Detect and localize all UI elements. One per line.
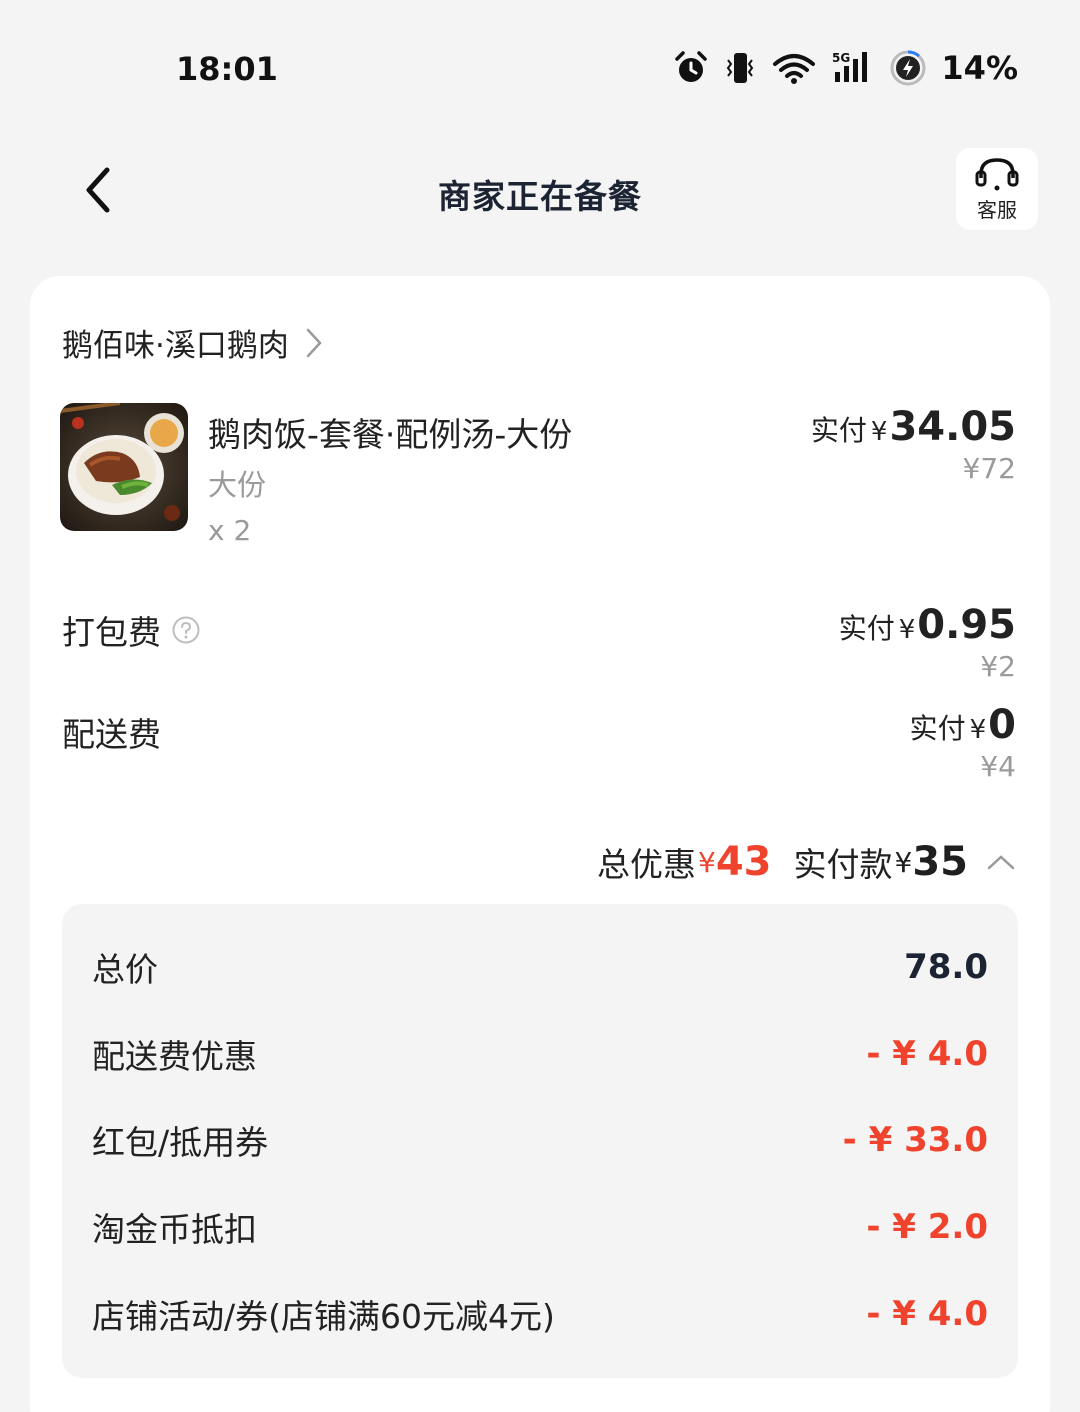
order-card: 鹅佰味·溪口鹅肉 鹅肉饭-套餐·配例汤-大份 大份 x 2 实付 ¥ 34.05… (30, 276, 1050, 1412)
breakdown-row: 配送费优惠 - ¥ 4.0 (92, 1029, 988, 1079)
breakdown-row: 淘金币抵扣 - ¥ 2.0 (92, 1202, 988, 1252)
delivery-fee-price: 实付 ¥ 0 ¥4 (910, 702, 1016, 783)
customer-service-label: 客服 (977, 197, 1017, 222)
signal-5g-icon: 5G (832, 51, 868, 82)
breakdown-row: 总价 78.0 (92, 942, 988, 992)
total-discount-yen: ¥ (698, 845, 716, 879)
help-icon[interactable] (171, 615, 201, 645)
breakdown-label: 总价 (92, 950, 158, 989)
total-discount-label: 总优惠 (597, 845, 696, 884)
item-price: 实付 ¥ 34.05 ¥72 (811, 404, 1016, 485)
battery-saver-icon (890, 50, 926, 86)
packing-original-price: ¥2 (980, 650, 1016, 683)
delivery-paid-label: 实付 (909, 712, 966, 745)
svg-text:5G: 5G (832, 51, 850, 65)
item-paid-label: 实付 (810, 414, 867, 447)
item-paid-amount: 34.05 (889, 404, 1016, 450)
item-image[interactable] (60, 403, 188, 531)
breakdown-value: - ¥ 2.0 (866, 1207, 988, 1247)
delivery-paid-yen: ¥ (969, 715, 987, 745)
status-bar: 18:01 5G 14% (0, 0, 1080, 140)
delivery-fee-label: 配送费 (62, 715, 161, 754)
total-paid-amount: 35 (912, 839, 968, 885)
chevron-up-icon (987, 855, 1015, 870)
page-title: 商家正在备餐 (438, 177, 642, 216)
item-name: 鹅肉饭-套餐·配例汤-大份 (208, 415, 573, 454)
customer-service-button[interactable]: 客服 (956, 148, 1038, 230)
status-icons: 5G 14% (673, 48, 1018, 88)
battery-percent: 14% (941, 49, 1018, 87)
packing-paid-label: 实付 (838, 612, 895, 645)
item-spec: 大份 (208, 468, 267, 502)
total-paid-yen: ¥ (894, 845, 913, 879)
packing-paid-yen: ¥ (898, 615, 916, 645)
breakdown-value: - ¥ 4.0 (866, 1034, 988, 1074)
chevron-right-icon (306, 328, 322, 357)
breakdown-label: 淘金币抵扣 (92, 1210, 257, 1249)
breakdown-value: - ¥ 33.0 (842, 1120, 988, 1160)
headset-icon (975, 157, 1019, 190)
packing-fee-row: 打包费 (62, 606, 201, 654)
vibrate-icon (727, 53, 754, 83)
breakdown-row: 红包/抵用券 - ¥ 33.0 (92, 1115, 988, 1165)
delivery-original-price: ¥4 (980, 750, 1016, 783)
goose-rice-dish-image (60, 403, 188, 531)
header: 商家正在备餐 客服 (0, 140, 1080, 240)
total-paid-label: 实付款 (793, 845, 893, 884)
item-paid-yen: ¥ (870, 417, 888, 447)
shop-name: 鹅佰味·溪口鹅肉 (62, 328, 289, 364)
wifi-icon (773, 54, 816, 84)
packing-fee-label: 打包费 (62, 613, 161, 652)
breakdown-label: 店铺活动/券(店铺满60元减4元) (92, 1297, 555, 1336)
breakdown-row: 店铺活动/券(店铺满60元减4元) - ¥ 4.0 (92, 1289, 988, 1339)
item-original-price: ¥72 (962, 452, 1016, 485)
packing-paid-amount: 0.95 (917, 602, 1016, 648)
item-quantity: x 2 (208, 514, 252, 547)
price-breakdown: 总价 78.0 配送费优惠 - ¥ 4.0 红包/抵用券 - ¥ 33.0 淘金… (62, 904, 1018, 1378)
packing-fee-price: 实付 ¥ 0.95 ¥2 (839, 602, 1016, 683)
breakdown-value: 78.0 (904, 947, 988, 987)
alarm-icon (675, 51, 708, 82)
status-time: 18:01 (176, 50, 278, 88)
total-discount-amount: 43 (715, 839, 772, 885)
delivery-paid-amount: 0 (988, 702, 1016, 748)
price-summary-toggle[interactable]: 总优惠 ¥ 43 实付款 ¥ 35 (597, 838, 1016, 886)
shop-link[interactable]: 鹅佰味·溪口鹅肉 (62, 320, 323, 365)
breakdown-value: - ¥ 4.0 (866, 1294, 988, 1334)
breakdown-label: 配送费优惠 (92, 1037, 257, 1076)
breakdown-label: 红包/抵用券 (92, 1123, 269, 1162)
delivery-fee-row: 配送费 (62, 708, 161, 756)
